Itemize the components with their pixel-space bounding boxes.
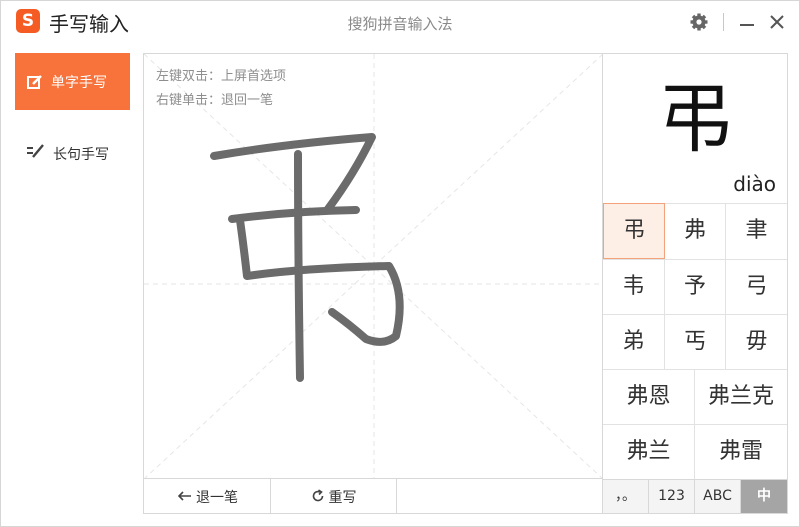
minimize-icon[interactable] — [735, 10, 759, 34]
candidate-0-0[interactable]: 弔 — [603, 203, 665, 259]
title-separator — [723, 13, 724, 31]
tab-long-sentence[interactable]: 长句手写 — [15, 126, 130, 176]
mode-english[interactable]: ABC — [695, 479, 741, 513]
rewrite-label: 重写 — [328, 490, 357, 506]
tab-single-char[interactable]: 单字手写 — [15, 53, 130, 110]
candidate-4-0[interactable]: 弗兰 — [603, 424, 695, 479]
handwriting-canvas[interactable]: 左键双击：上屏首选项 右键单击：退回一笔 — [143, 53, 603, 480]
candidate-2-0[interactable]: 弟 — [603, 314, 665, 369]
pen-lines-icon — [26, 143, 46, 163]
candidate-3-0[interactable]: 弗恩 — [603, 369, 695, 424]
candidate-2-2[interactable]: 毋 — [726, 314, 787, 369]
candidate-0-2[interactable]: 聿 — [726, 203, 787, 259]
candidate-0-1[interactable]: 弗 — [665, 203, 726, 259]
candidate-1-1[interactable]: 予 — [665, 259, 726, 314]
mode-chinese[interactable]: 中 — [741, 479, 787, 513]
preview-pinyin: diào — [733, 172, 776, 196]
canvas-toolbar: 退一笔 重写 — [143, 478, 603, 514]
rewrite-button[interactable]: 重写 — [271, 479, 397, 513]
candidate-panel: 弔 diào 弔 弗 聿 韦 予 弓 弟 丐 毋 弗恩 弗兰克 弗兰 弗雷 ，。… — [602, 53, 788, 514]
tab-long-sentence-label: 长句手写 — [53, 147, 109, 163]
preview-character: 弔 — [657, 74, 733, 163]
gear-icon[interactable] — [687, 10, 711, 34]
mode-punctuation[interactable]: ，。 — [603, 479, 649, 513]
refresh-icon — [311, 489, 325, 507]
undo-stroke-button[interactable]: 退一笔 — [144, 479, 271, 513]
candidate-1-2[interactable]: 弓 — [726, 259, 787, 314]
hint-right-click: 右键单击：退回一笔 — [156, 93, 274, 108]
title-bar: S 手写输入 搜狗拼音输入法 — [1, 1, 799, 43]
close-icon[interactable] — [765, 10, 789, 34]
candidate-1-0[interactable]: 韦 — [603, 259, 665, 314]
mode-numbers[interactable]: 123 — [649, 479, 695, 513]
window-title: 搜狗拼音输入法 — [347, 15, 453, 33]
hint-double-click: 左键双击：上屏首选项 — [156, 69, 287, 84]
candidate-2-1[interactable]: 丐 — [665, 314, 726, 369]
tab-single-char-label: 单字手写 — [51, 75, 107, 91]
candidate-3-1[interactable]: 弗兰克 — [695, 369, 787, 424]
handwriting-window: S 手写输入 搜狗拼音输入法 单字手写 长句手写 左键双击：上屏首选项 右键单击… — [0, 0, 800, 527]
candidate-4-1[interactable]: 弗雷 — [695, 424, 787, 479]
handwritten-stroke — [210, 133, 404, 382]
sidebar: 单字手写 长句手写 — [1, 43, 142, 526]
back-arrow-icon — [176, 490, 192, 506]
undo-stroke-label: 退一笔 — [196, 490, 238, 506]
pen-square-icon — [26, 73, 44, 95]
